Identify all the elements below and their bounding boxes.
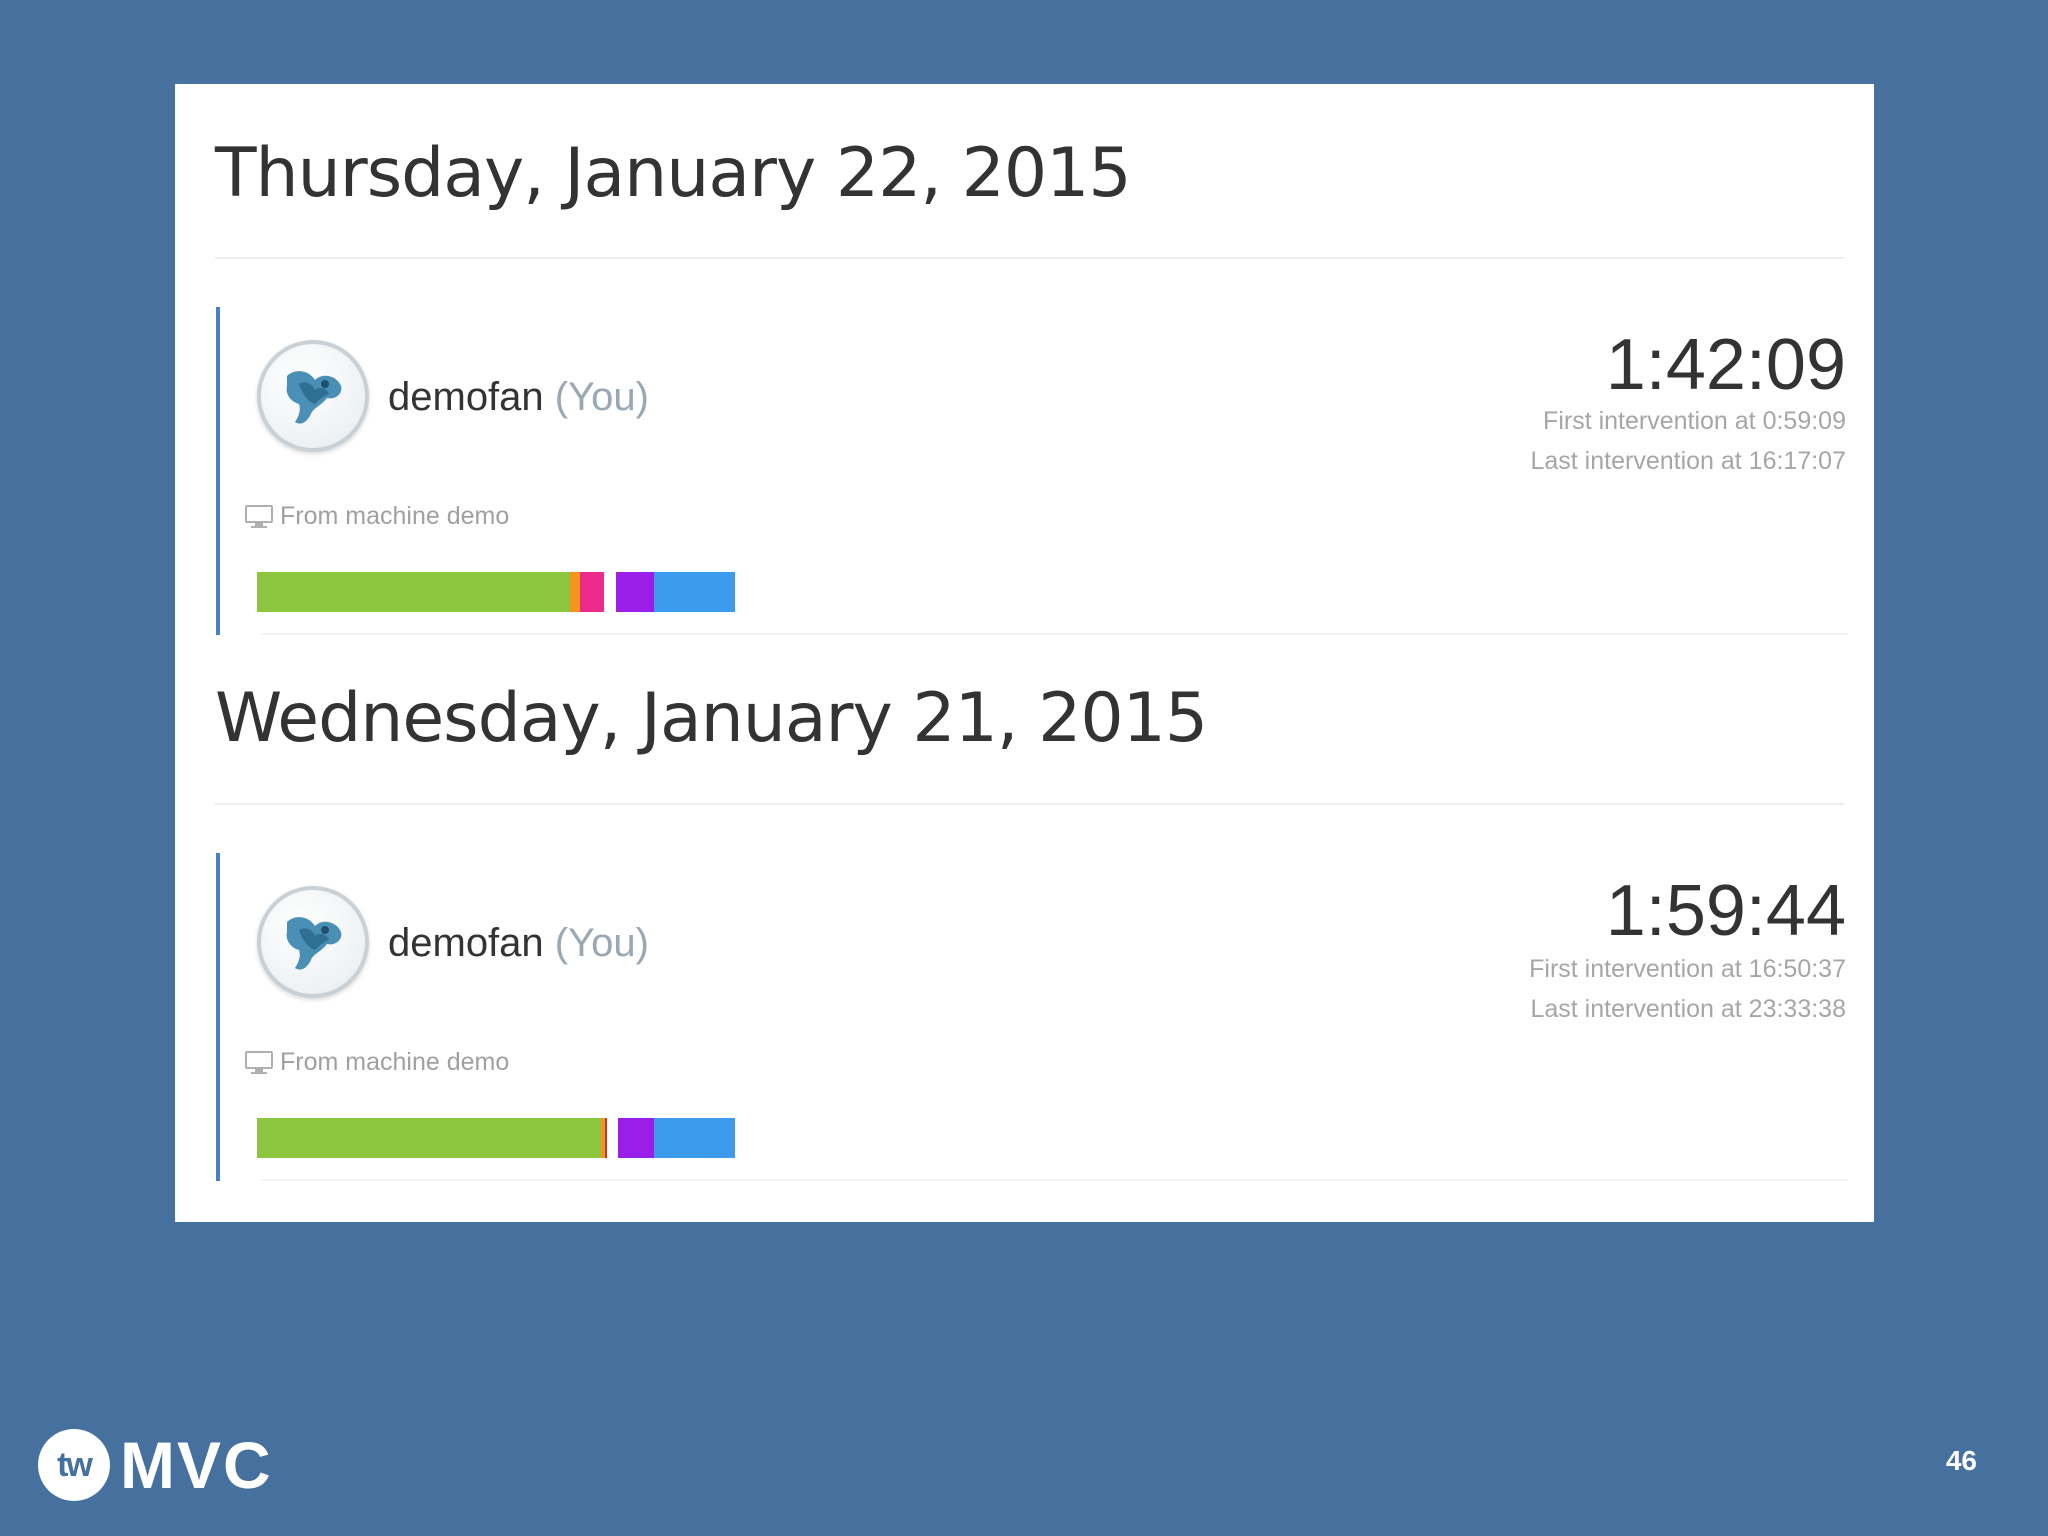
entry-divider bbox=[260, 1179, 1848, 1181]
activity-segment[interactable] bbox=[615, 572, 654, 612]
activity-segment[interactable] bbox=[257, 572, 571, 612]
activity-bar[interactable] bbox=[257, 572, 735, 612]
day-heading: Wednesday, January 21, 2015 bbox=[215, 679, 1208, 758]
total-duration: 1:42:09 bbox=[1605, 325, 1846, 405]
day-heading: Thursday, January 22, 2015 bbox=[215, 134, 1132, 213]
last-intervention: Last intervention at 23:33:38 bbox=[1530, 995, 1846, 1023]
last-intervention: Last intervention at 16:17:07 bbox=[1530, 447, 1846, 475]
total-duration: 1:59:44 bbox=[1605, 871, 1846, 951]
user-line: demofan (You) bbox=[388, 375, 649, 420]
machine-line: From machine demo bbox=[244, 1048, 509, 1077]
activity-segment[interactable] bbox=[653, 1118, 735, 1158]
activity-bar[interactable] bbox=[257, 1118, 735, 1158]
logo-text: MVC bbox=[120, 1428, 273, 1502]
day-divider bbox=[215, 257, 1844, 259]
bird-avatar-icon[interactable] bbox=[257, 886, 369, 998]
day-divider bbox=[215, 803, 1844, 805]
user-entry[interactable]: demofan (You) From machine demo 1:59:44 … bbox=[216, 853, 1848, 1181]
brand-logo: tw MVC bbox=[38, 1428, 273, 1502]
page-number: 46 bbox=[1945, 1445, 1977, 1476]
timeline-panel: Thursday, January 22, 2015 demofan (You)… bbox=[175, 84, 1874, 1222]
bird-avatar-icon[interactable] bbox=[257, 340, 369, 452]
machine-label: From machine demo bbox=[280, 1048, 510, 1076]
user-entry[interactable]: demofan (You) From machine demo 1:42:09 … bbox=[216, 307, 1848, 635]
activity-segment[interactable] bbox=[579, 572, 604, 612]
you-label: (You) bbox=[554, 921, 649, 965]
first-intervention: First intervention at 0:59:09 bbox=[1543, 407, 1846, 435]
activity-segment[interactable] bbox=[257, 1118, 602, 1158]
entry-divider bbox=[260, 633, 1848, 635]
activity-segment[interactable] bbox=[604, 1118, 608, 1158]
machine-label: From machine demo bbox=[280, 502, 510, 530]
user-line: demofan (You) bbox=[388, 921, 649, 966]
first-intervention: First intervention at 16:50:37 bbox=[1529, 955, 1846, 983]
user-name[interactable]: demofan bbox=[388, 375, 544, 419]
you-label: (You) bbox=[554, 375, 649, 419]
monitor-icon bbox=[244, 504, 274, 530]
activity-segment[interactable] bbox=[653, 572, 735, 612]
user-name[interactable]: demofan bbox=[388, 921, 544, 965]
activity-segment[interactable] bbox=[570, 572, 580, 612]
monitor-icon bbox=[244, 1050, 274, 1076]
machine-line: From machine demo bbox=[244, 502, 509, 531]
activity-segment[interactable] bbox=[617, 1118, 654, 1158]
tw-logo-mark: tw bbox=[38, 1429, 110, 1501]
